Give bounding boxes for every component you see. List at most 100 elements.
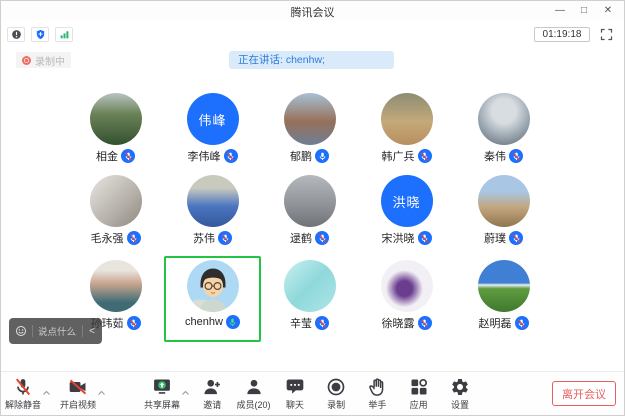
mic-muted-icon: [121, 149, 135, 163]
start-video-button[interactable]: 开启视频: [59, 377, 97, 411]
emoji-button[interactable]: [15, 325, 27, 337]
camera-off-icon: [68, 377, 88, 397]
network-signal-icon[interactable]: [55, 27, 73, 42]
participant-name: 韩广兵: [382, 148, 415, 164]
avatar: [478, 260, 530, 312]
mic-on-icon: [315, 149, 329, 163]
mic-muted-icon: [509, 149, 523, 163]
recording-indicator: 录制中: [16, 52, 71, 68]
quick-chat-box: 说点什么... <: [9, 318, 102, 344]
smiley-icon: [15, 325, 27, 337]
participant-name: 相金: [96, 148, 118, 164]
avatar: [187, 260, 239, 312]
divider: [82, 325, 83, 337]
mic-speaking-icon: [226, 315, 240, 329]
participant-name: 毛永强: [91, 230, 124, 246]
participant-tile[interactable]: 相金: [67, 89, 164, 171]
participant-name: 逯鹤: [290, 230, 312, 246]
invite-button[interactable]: 邀请: [193, 377, 231, 411]
record-button[interactable]: 录制: [317, 377, 355, 411]
chevron-up-icon[interactable]: [97, 383, 106, 390]
members-button[interactable]: 成员(20): [235, 377, 273, 411]
leave-meeting-button[interactable]: 离开会议: [552, 381, 616, 406]
fullscreen-button[interactable]: [599, 27, 614, 42]
participant-tile[interactable]: 郁鹏: [261, 89, 358, 171]
collapse-chat-button[interactable]: <: [88, 326, 96, 337]
participant-tile[interactable]: 徐晓露: [358, 256, 455, 342]
participant-tile[interactable]: 苏伟: [164, 171, 261, 256]
minimize-button[interactable]: —: [550, 3, 570, 19]
mic-muted-icon: [418, 231, 432, 245]
meeting-info-icon[interactable]: [7, 27, 25, 42]
participant-tile-active-speaker[interactable]: chenhw: [164, 256, 261, 342]
participant-grid: 相金 伟峰 李伟峰 郁鹏 韩广兵 秦伟: [67, 89, 552, 342]
mic-muted-icon: [418, 316, 432, 330]
participant-tile[interactable]: 毛永强: [67, 171, 164, 256]
participant-tile[interactable]: 韩广兵: [358, 89, 455, 171]
message-input[interactable]: 说点什么...: [38, 324, 77, 338]
mic-muted-icon: [218, 231, 232, 245]
record-dot-icon: [22, 56, 31, 65]
apps-icon: [409, 377, 429, 397]
mic-muted-icon: [224, 149, 238, 163]
avatar: [90, 175, 142, 227]
participant-name: 蔚璞: [484, 230, 506, 246]
avatar: 洪晓: [381, 175, 433, 227]
cartoon-avatar-icon: [187, 260, 239, 312]
mic-muted-icon: [418, 149, 432, 163]
mic-muted-icon: [127, 231, 141, 245]
participant-tile[interactable]: 赵明磊: [455, 256, 552, 342]
participant-tile[interactable]: 洪晓 宋洪晓: [358, 171, 455, 256]
apps-button[interactable]: 应用: [400, 377, 438, 411]
avatar: 伟峰: [187, 93, 239, 145]
avatar: [478, 175, 530, 227]
participant-tile[interactable]: 辛莹: [261, 256, 358, 342]
mic-muted-icon: [509, 231, 523, 245]
divider: [32, 325, 33, 337]
avatar: [284, 260, 336, 312]
recording-label: 录制中: [35, 53, 65, 68]
mic-muted-icon: [127, 316, 141, 330]
window-title: 腾讯会议: [1, 4, 624, 20]
chevron-up-icon[interactable]: [181, 383, 190, 390]
raise-hand-button[interactable]: 举手: [358, 377, 396, 411]
participant-tile[interactable]: 伟峰 李伟峰: [164, 89, 261, 171]
participant-tile[interactable]: 蔚璞: [455, 171, 552, 256]
titlebar: 腾讯会议 — □ ✕: [1, 1, 624, 21]
avatar: [478, 93, 530, 145]
settings-gear-icon: [450, 377, 470, 397]
security-shield-icon[interactable]: [31, 27, 49, 42]
chat-icon: [285, 377, 305, 397]
participant-name: 苏伟: [193, 230, 215, 246]
meeting-timer: 01:19:18: [534, 27, 590, 42]
avatar: [187, 175, 239, 227]
share-screen-button[interactable]: 共享屏幕: [143, 377, 181, 411]
raise-hand-icon: [367, 377, 387, 397]
participant-name: 李伟峰: [188, 148, 221, 164]
window-controls: — □ ✕: [550, 3, 618, 19]
status-icons: [7, 27, 73, 42]
share-screen-icon: [152, 377, 172, 397]
speaking-banner: 正在讲话: chenhw;: [229, 51, 394, 69]
avatar: [284, 93, 336, 145]
avatar: [381, 260, 433, 312]
participant-name: 郁鹏: [290, 148, 312, 164]
app-window: 腾讯会议 — □ ✕ 01:19:18 录制中 正在讲话: chenhw; 相金: [0, 0, 625, 416]
participant-tile[interactable]: 逯鹤: [261, 171, 358, 256]
maximize-button[interactable]: □: [574, 3, 594, 19]
mic-muted-icon: [315, 316, 329, 330]
participant-name: 徐晓露: [382, 315, 415, 331]
settings-button[interactable]: 设置: [441, 377, 479, 411]
invite-icon: [202, 377, 222, 397]
participant-name: chenhw: [185, 316, 223, 328]
unmute-button[interactable]: 解除静音: [4, 377, 42, 411]
chat-button[interactable]: 聊天: [276, 377, 314, 411]
chevron-up-icon[interactable]: [42, 383, 51, 390]
avatar: [381, 93, 433, 145]
participant-tile[interactable]: 秦伟: [455, 89, 552, 171]
close-button[interactable]: ✕: [598, 3, 618, 19]
participant-name: 宋洪晓: [382, 230, 415, 246]
mic-muted-icon: [13, 377, 33, 397]
participant-name: 辛莹: [290, 315, 312, 331]
mic-muted-icon: [315, 231, 329, 245]
